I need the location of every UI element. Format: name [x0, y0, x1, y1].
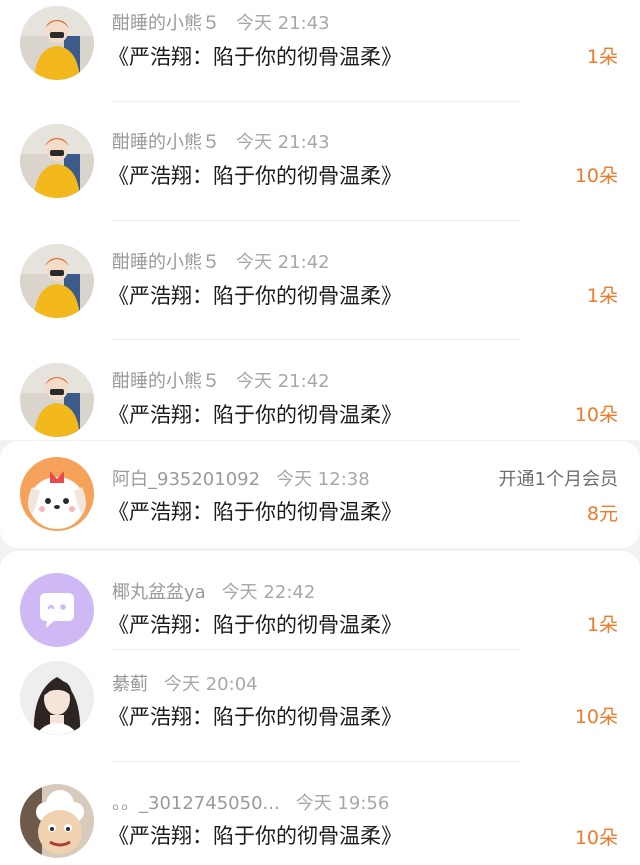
gift-row[interactable]: 酣睡的小熊５ 今天 21:42 《严浩翔：陷于你的彻骨温柔》 1朵 — [0, 239, 640, 351]
book-title[interactable]: 《严浩翔：陷于你的彻骨温柔》 — [108, 161, 402, 191]
user-name[interactable]: 酣睡的小熊５ — [112, 369, 220, 395]
girl-portrait-icon[interactable] — [20, 661, 94, 735]
girl-yellow-jacket-icon[interactable] — [20, 6, 94, 80]
gift-time: 今天 19:56 — [295, 793, 390, 814]
gift-row[interactable]: 酣睡的小熊５ 今天 21:42 《严浩翔：陷于你的彻骨温柔》 10朵 — [0, 358, 640, 440]
row-divider — [112, 101, 520, 102]
user-name[interactable]: 酣睡的小熊５ — [112, 130, 220, 156]
user-name[interactable]: 。。_3012745050... — [112, 791, 280, 817]
gift-row[interactable]: 椰丸盆盆ya 今天 22:42 《严浩翔：陷于你的彻骨温柔》 1朵 — [0, 551, 640, 651]
chat-bubble-default-icon[interactable] — [20, 573, 94, 647]
user-name[interactable]: 阿白_935201092 — [112, 467, 260, 493]
gift-row[interactable]: 酣睡的小熊５ 今天 21:43 《严浩翔：陷于你的彻骨温柔》 1朵 — [0, 0, 640, 112]
gift-row[interactable]: 阿白_935201092 今天 12:38 开通1个月会员 《严浩翔：陷于你的彻骨… — [0, 441, 640, 548]
row-divider — [112, 220, 520, 221]
membership-note: 开通1个月会员 — [498, 469, 618, 490]
gift-time: 今天 12:38 — [276, 469, 370, 490]
gift-amount: 1朵 — [586, 614, 618, 636]
book-title[interactable]: 《严浩翔：陷于你的彻骨温柔》 — [108, 702, 402, 732]
gift-amount: 8元 — [586, 503, 618, 525]
gift-time: 今天 20:04 — [164, 674, 258, 695]
gift-amount: 10朵 — [574, 706, 618, 728]
cartoon-sheep-icon[interactable] — [20, 784, 94, 858]
user-name[interactable]: 酣睡的小熊５ — [112, 11, 220, 37]
gift-row[interactable]: 綦蓟 今天 20:04 《严浩翔：陷于你的彻骨温柔》 10朵 — [0, 651, 640, 763]
user-name[interactable]: 椰丸盆盆ya — [112, 580, 206, 606]
gift-time: 今天 21:42 — [236, 371, 330, 392]
book-title[interactable]: 《严浩翔：陷于你的彻骨温柔》 — [108, 497, 402, 527]
book-title[interactable]: 《严浩翔：陷于你的彻骨温柔》 — [108, 281, 402, 311]
row-divider — [112, 339, 520, 340]
gift-record-list: 酣睡的小熊５ 今天 21:43 《严浩翔：陷于你的彻骨温柔》 1朵 酣睡的小熊５ 今… — [0, 0, 640, 865]
cartoon-dog-icon[interactable] — [20, 457, 94, 531]
gift-row[interactable]: 酣睡的小熊５ 今天 21:43 《严浩翔：陷于你的彻骨温柔》 10朵 — [0, 119, 640, 231]
gift-amount: 10朵 — [574, 404, 618, 426]
gift-time: 今天 21:43 — [236, 132, 330, 153]
gift-time: 今天 21:43 — [236, 13, 330, 34]
girl-yellow-jacket-icon[interactable] — [20, 244, 94, 318]
gift-amount: 10朵 — [574, 827, 618, 849]
book-title[interactable]: 《严浩翔：陷于你的彻骨温柔》 — [108, 821, 402, 851]
gift-time: 今天 21:42 — [236, 252, 330, 273]
girl-yellow-jacket-icon[interactable] — [20, 124, 94, 198]
gift-amount: 1朵 — [586, 285, 618, 307]
girl-yellow-jacket-icon[interactable] — [20, 363, 94, 437]
row-divider — [112, 761, 520, 762]
book-title[interactable]: 《严浩翔：陷于你的彻骨温柔》 — [108, 610, 402, 640]
row-divider — [112, 649, 520, 650]
gift-time: 今天 22:42 — [221, 582, 316, 603]
book-title[interactable]: 《严浩翔：陷于你的彻骨温柔》 — [108, 400, 402, 430]
user-name[interactable]: 酣睡的小熊５ — [112, 250, 220, 276]
gift-row[interactable]: 。。_3012745050... 今天 19:56 《严浩翔：陷于你的彻骨温柔》 … — [0, 772, 640, 865]
user-name[interactable]: 綦蓟 — [112, 672, 148, 698]
gift-amount: 10朵 — [574, 165, 618, 187]
gift-amount: 1朵 — [586, 46, 618, 68]
book-title[interactable]: 《严浩翔：陷于你的彻骨温柔》 — [108, 42, 402, 72]
